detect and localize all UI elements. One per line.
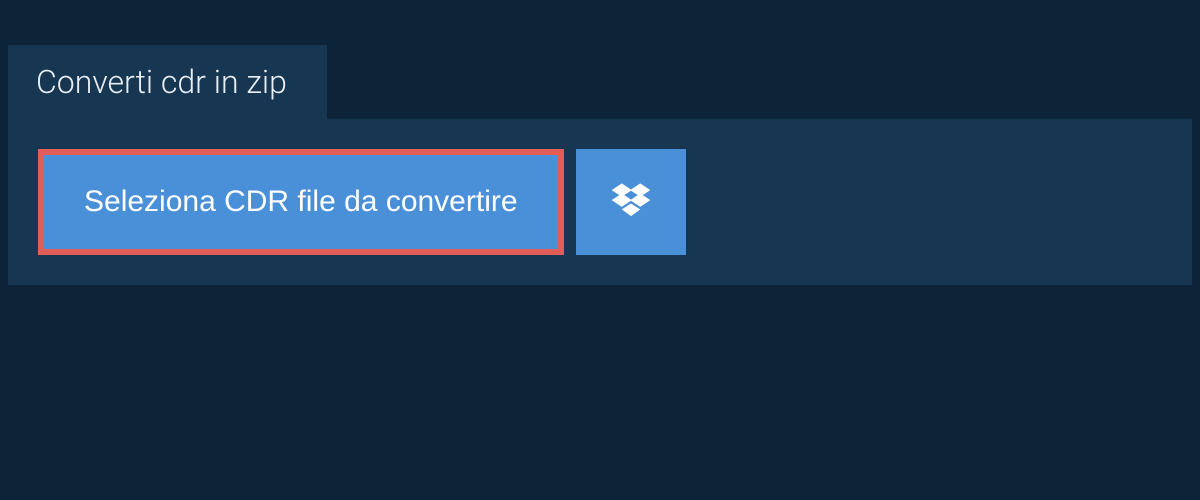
select-file-button[interactable]: Seleziona CDR file da convertire bbox=[44, 155, 558, 249]
tab-convert[interactable]: Converti cdr in zip bbox=[8, 45, 327, 119]
tab-label: Converti cdr in zip bbox=[36, 63, 287, 101]
content-panel: Seleziona CDR file da convertire bbox=[8, 119, 1192, 285]
select-file-highlight: Seleziona CDR file da convertire bbox=[38, 149, 564, 255]
dropbox-icon bbox=[610, 180, 652, 225]
dropbox-button[interactable] bbox=[576, 149, 686, 255]
button-row: Seleziona CDR file da convertire bbox=[38, 149, 1192, 255]
tab-bar: Converti cdr in zip bbox=[0, 0, 1200, 119]
select-file-label: Seleziona CDR file da convertire bbox=[84, 185, 518, 218]
